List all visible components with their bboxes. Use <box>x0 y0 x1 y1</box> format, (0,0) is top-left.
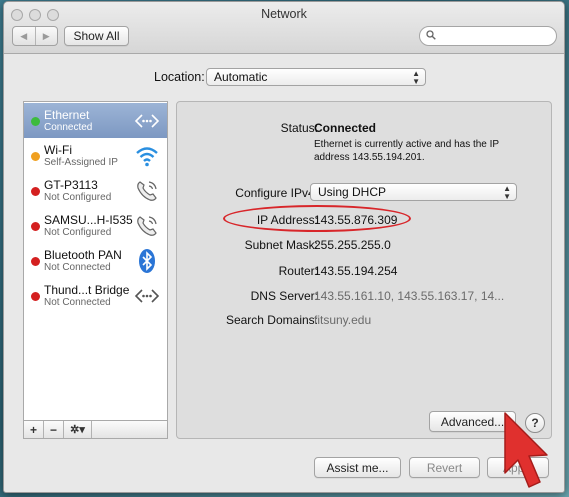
status-dot <box>31 292 40 301</box>
configure-ipv4-label: Configure IPv4: <box>235 186 318 200</box>
service-status: Not Configured <box>44 227 112 238</box>
assist-me-button[interactable]: Assist me... <box>314 457 401 478</box>
ip-address-label: IP Address: <box>256 213 318 227</box>
wifi-icon <box>136 147 158 167</box>
service-name: GT-P3113 <box>44 178 98 192</box>
search-input[interactable] <box>419 26 557 46</box>
bluetooth-icon <box>139 249 155 273</box>
service-item-thunderbolt-bridge[interactable]: Thund...t Bridge Not Connected <box>24 278 167 313</box>
window-title: Network <box>261 7 307 21</box>
search-icon <box>426 30 436 40</box>
service-status: Self-Assigned IP <box>44 157 118 168</box>
service-item-ethernet[interactable]: Ethernet Connected <box>24 103 167 138</box>
add-service-button[interactable]: + <box>24 421 44 438</box>
status-dot <box>31 222 40 231</box>
service-status: Connected <box>44 122 93 133</box>
location-label: Location: <box>154 70 205 84</box>
back-forward-control: ◀ ▶ <box>12 26 58 46</box>
location-select[interactable]: Automatic ▲ ▼ <box>206 68 426 86</box>
service-list-toolbar: + − ✲▾ <box>23 420 168 439</box>
forward-arrow-icon[interactable]: ▶ <box>36 27 58 45</box>
ethernet-icon <box>134 114 160 128</box>
configure-ipv4-select[interactable]: Using DHCP ▲ ▼ <box>310 183 517 201</box>
router-label: Router: <box>278 264 318 278</box>
ethernet-icon <box>134 289 160 303</box>
service-name: Thund...t Bridge <box>44 283 130 297</box>
gear-icon[interactable]: ✲▾ <box>64 421 92 438</box>
service-name: Ethernet <box>44 108 90 122</box>
status-dot <box>31 257 40 266</box>
service-item-bluetooth-pan[interactable]: Bluetooth PAN Not Connected <box>24 243 167 278</box>
network-window: Network ◀ ▶ Show All Location: Automatic… <box>3 1 565 493</box>
service-item-samsung[interactable]: SAMSU...H-I535 Not Configured <box>24 208 167 243</box>
phone-icon <box>137 216 157 236</box>
show-all-button[interactable]: Show All <box>64 26 129 46</box>
pointer-cursor-icon <box>504 412 548 488</box>
configure-ipv4-value: Using DHCP <box>318 185 387 199</box>
back-arrow-icon[interactable]: ◀ <box>13 27 36 45</box>
status-label: Status: <box>280 121 318 135</box>
status-dot <box>31 187 40 196</box>
service-status: Not Connected <box>44 297 111 308</box>
service-name: Bluetooth PAN <box>44 248 122 262</box>
service-list: Ethernet Connected Wi-Fi Self-Assigned I… <box>23 101 168 421</box>
subnet-mask-value: 255.255.255.0 <box>314 238 391 252</box>
dns-server-value: 143.55.161.10, 143.55.163.17, 14... <box>314 289 505 303</box>
search-domains-label: Search Domains: <box>225 313 318 327</box>
service-name: Wi-Fi <box>44 143 72 157</box>
service-status: Not Connected <box>44 262 111 273</box>
status-value: Connected <box>314 121 377 135</box>
revert-button[interactable]: Revert <box>409 457 480 478</box>
location-value: Automatic <box>214 70 268 84</box>
select-arrows-icon: ▲ ▼ <box>503 184 511 201</box>
search-domains-value: fitsuny.edu <box>314 313 372 327</box>
ip-address-value: 143.55.876.309 <box>314 213 398 227</box>
service-item-gt-p3113[interactable]: GT-P3113 Not Configured <box>24 173 167 208</box>
status-dot <box>31 152 40 161</box>
select-arrows-icon: ▲ ▼ <box>412 69 420 86</box>
service-status: Not Configured <box>44 192 112 203</box>
phone-icon <box>137 181 157 201</box>
status-description: Ethernet is currently active and has the… <box>314 139 499 163</box>
dns-server-label: DNS Server: <box>250 289 318 303</box>
service-name: SAMSU...H-I535 <box>44 213 133 227</box>
subnet-mask-label: Subnet Mask: <box>244 238 318 252</box>
status-dot <box>31 117 40 126</box>
title-bar: Network ◀ ▶ Show All <box>4 2 564 54</box>
remove-service-button[interactable]: − <box>44 421 64 438</box>
router-value: 143.55.194.254 <box>314 264 398 278</box>
service-item-wifi[interactable]: Wi-Fi Self-Assigned IP <box>24 138 167 173</box>
